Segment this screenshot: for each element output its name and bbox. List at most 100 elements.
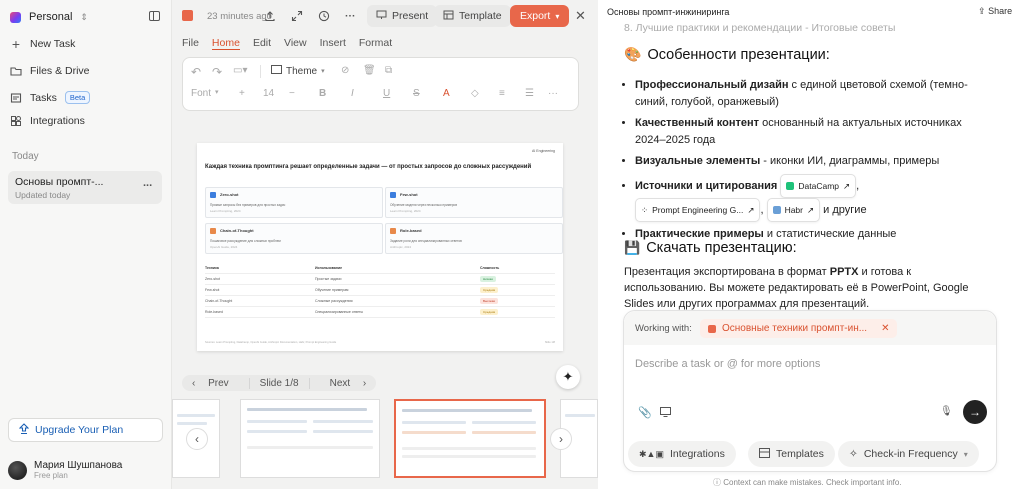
thumb-line [247,420,307,423]
next-slide-button[interactable]: Next › [310,378,377,389]
font-size-value[interactable]: 14 [263,88,274,99]
delete-icon[interactable]: 🗑 [363,65,376,76]
sparkle-icon: ✦ [562,369,574,384]
saved-status: 23 minutes ago [207,10,272,22]
font-label: Font [191,88,212,99]
more-icon[interactable]: ... [143,177,152,189]
menu-insert[interactable]: Insert [320,37,346,50]
user-profile[interactable]: Мария Шушпанова Free plan [8,460,122,480]
workspace-switcher[interactable]: Personal ⇕ [10,11,88,23]
theme-dropdown[interactable]: Theme ▾ [271,65,325,77]
citation-habr[interactable]: Habr ↗ [766,198,821,222]
present-icon [376,10,387,23]
sidebar-item-files-drive[interactable]: Files & Drive [10,65,90,77]
hide-icon[interactable]: ⊘ [341,65,349,76]
underline-icon[interactable]: U [383,88,390,99]
sidebar-item-integrations[interactable]: Integrations [10,115,85,127]
card-title: Zero-shot [220,192,239,197]
toolbar-more-icon[interactable]: ··· [548,88,558,99]
menu-edit[interactable]: Edit [253,37,271,50]
align-icon[interactable]: ≡ [499,88,505,99]
share-button[interactable]: ⇪ Share [978,6,1012,17]
template-button[interactable]: Template [434,5,511,27]
screen-icon[interactable] [660,407,671,420]
microphone-icon[interactable]: 🎙 [940,406,953,417]
paste-icon[interactable]: ▭▾ [233,65,247,76]
arrow-right-icon: → [969,405,981,419]
ai-sparkle-button[interactable]: ✦ [556,365,580,389]
menu-bar: File Home Edit View Insert Format [182,37,392,50]
close-icon[interactable]: ✕ [575,5,586,27]
strikethrough-icon[interactable]: S [413,88,420,99]
menu-home[interactable]: Home [211,37,240,50]
close-icon[interactable]: ✕ [881,323,889,334]
thumbnails-next-button[interactable]: › [550,428,572,450]
chat-history-item[interactable]: Основы промпт-... Updated today ... [8,171,162,204]
redo-icon[interactable]: ↷ [212,65,222,79]
check-in-frequency-tab[interactable]: ✧ Check-in Frequency ▾ [838,441,979,467]
working-with-label: Working with: [635,323,692,334]
present-button[interactable]: Present [367,5,438,27]
template-label: Template [459,10,502,22]
thumb-line [402,421,466,424]
thumb-line [177,422,207,425]
context-chip[interactable]: Основные техники промпт-ин... ✕ [700,319,898,338]
menu-file[interactable]: File [182,37,199,50]
disclaimer-text: Context can make mistakes. Check importa… [723,478,902,487]
list-item: Профессиональный дизайн с единой цветово… [635,77,987,111]
table-cell: Специализированные ответы [315,310,364,314]
integrations-tab[interactable]: ✱▲▣ Integrations [628,441,736,467]
font-dropdown[interactable]: Font ▾ [191,88,219,99]
copy-icon[interactable]: ⧉ [385,65,392,76]
citation-datacamp[interactable]: DataCamp ↗ [780,174,857,198]
undo-icon[interactable]: ↶ [191,65,201,79]
increase-size-icon[interactable]: + [239,88,245,99]
list-item: Источники и цитирования DataCamp↗, ⁘Prom… [635,174,987,222]
slide-thumbnail[interactable] [240,399,380,478]
template-icon [443,10,454,23]
bold-text: PPTX [829,266,859,278]
thumbnails-prev-button[interactable]: ‹ [186,428,208,450]
slide-canvas[interactable]: AI Engineering Каждая техника промптинга… [197,143,563,351]
sidebar-item-tasks[interactable]: Tasks Beta [10,91,91,104]
slide-brand: AI Engineering [532,149,555,153]
text-color-icon[interactable]: A [443,88,450,99]
table-row: Zero-shot Простые задачи Низкая [205,274,555,285]
menu-view[interactable]: View [284,37,307,50]
bold-icon[interactable]: B [319,88,326,99]
task-input[interactable]: Describe a task or @ for more options [635,358,820,370]
thumb-line [247,446,373,449]
templates-tab[interactable]: Templates [748,441,835,467]
card-source: Learn Prompting, 2024 [210,209,241,213]
sidebar: Personal ⇕ + New Task Files & Drive Task… [0,0,172,489]
upgrade-plan-button[interactable]: Upgrade Your Plan [8,418,163,442]
attach-icon[interactable]: 📎 [638,406,652,419]
thumb-line [247,430,307,433]
thumb-line [402,431,466,434]
item-text: и другие [820,203,867,216]
list-icon[interactable]: ☰ [525,88,534,99]
decrease-size-icon[interactable]: − [289,88,295,99]
sidebar-toggle-icon[interactable] [149,11,160,21]
technique-icon [210,192,216,198]
prev-slide-button[interactable]: ‹ Prev [182,378,249,389]
editor-topbar: 23 minutes ago ··· Present Template Expo… [172,0,598,32]
table-header-cell: Сложность [480,266,500,270]
citation-prompt-engineering[interactable]: ⁘ Prompt Engineering G... ↗ [635,198,761,222]
sidebar-item-label: Tasks [30,91,57,104]
more-options-icon[interactable]: ··· [345,5,356,27]
italic-icon[interactable]: I [351,88,354,99]
technique-card: Few-shot Обучение модели через несколько… [385,187,563,218]
thumb-line [565,414,595,417]
sidebar-item-new-task[interactable]: + New Task [10,36,75,52]
menu-format[interactable]: Format [359,37,392,50]
export-button[interactable]: Export ▾ [510,5,570,27]
upload-icon[interactable] [264,5,276,27]
slide-thumbnail-selected[interactable] [394,399,546,478]
highlight-icon[interactable]: ◇ [471,88,479,99]
expand-icon[interactable] [291,5,303,27]
heading-text: Особенности презентации: [647,46,830,63]
technique-card: Chain-of-Thought Пошаговое рассуждение д… [205,223,383,254]
history-icon[interactable] [318,5,330,27]
send-button[interactable]: → [963,400,987,424]
